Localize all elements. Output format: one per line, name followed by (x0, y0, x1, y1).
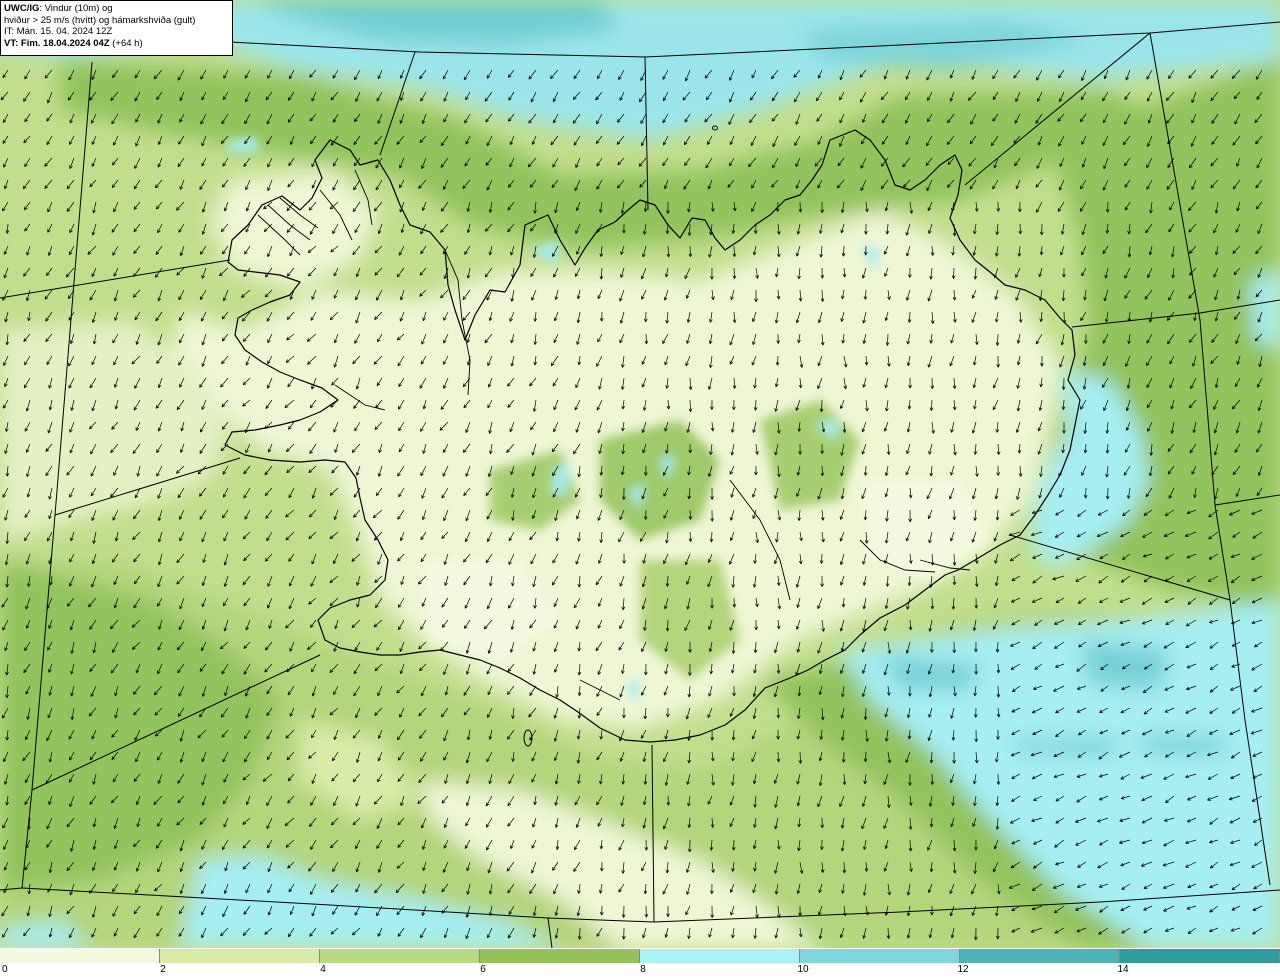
wind-field-svg (0, 0, 1280, 948)
lead-time: (+64 h) (109, 37, 143, 49)
shade-nw-cyan-spot (228, 138, 258, 152)
wind-map[interactable]: UWC/IG: Vindur (10m) og hviður > 25 m/s … (0, 0, 1280, 948)
shade-se-teal3 (1140, 735, 1230, 755)
info-line-gust: hviður > 25 m/s (hvítt) og hámarkshviða … (4, 14, 196, 26)
colorbar-label: 2 (160, 964, 166, 975)
colorbar-swatch (960, 949, 1120, 963)
colorbar-swatch (480, 949, 640, 963)
info-line-title: UWC/IG: Vindur (10m) og (4, 3, 229, 15)
colorbar-swatch (800, 949, 960, 963)
model-name: UWC/IG (4, 3, 40, 14)
info-line-init-time: IT: Mán. 15. 04. 2024 12Z (4, 26, 113, 38)
colorbar-swatches (0, 949, 1280, 963)
colorbar-label: 10 (797, 964, 809, 975)
colorbar-swatch (1120, 949, 1280, 963)
valid-time: VT: Fim. 18.04.2024 04Z (4, 37, 110, 49)
colorbar: 0 2 4 6 8 10 12 14 (0, 948, 1280, 978)
colorbar-swatch (160, 949, 320, 963)
colorbar-label: 8 (640, 964, 646, 975)
colorbar-swatch (320, 949, 480, 963)
title-rest: : Vindur (10m) og (39, 3, 113, 14)
map-info-box: UWC/IG: Vindur (10m) og hviður > 25 m/s … (0, 0, 233, 56)
colorbar-labels: 0 2 4 6 8 10 12 14 (0, 964, 1280, 978)
colorbar-swatch (640, 949, 800, 963)
colorbar-label: 0 (2, 964, 8, 975)
colorbar-swatch (0, 949, 160, 963)
colorbar-label: 14 (1117, 964, 1129, 975)
info-line-valid-time: VT: Fim. 18.04.2024 04Z (+64 h) (4, 38, 229, 50)
colorbar-label: 4 (320, 964, 326, 975)
colorbar-label: 12 (957, 964, 969, 975)
colorbar-label: 6 (480, 964, 486, 975)
